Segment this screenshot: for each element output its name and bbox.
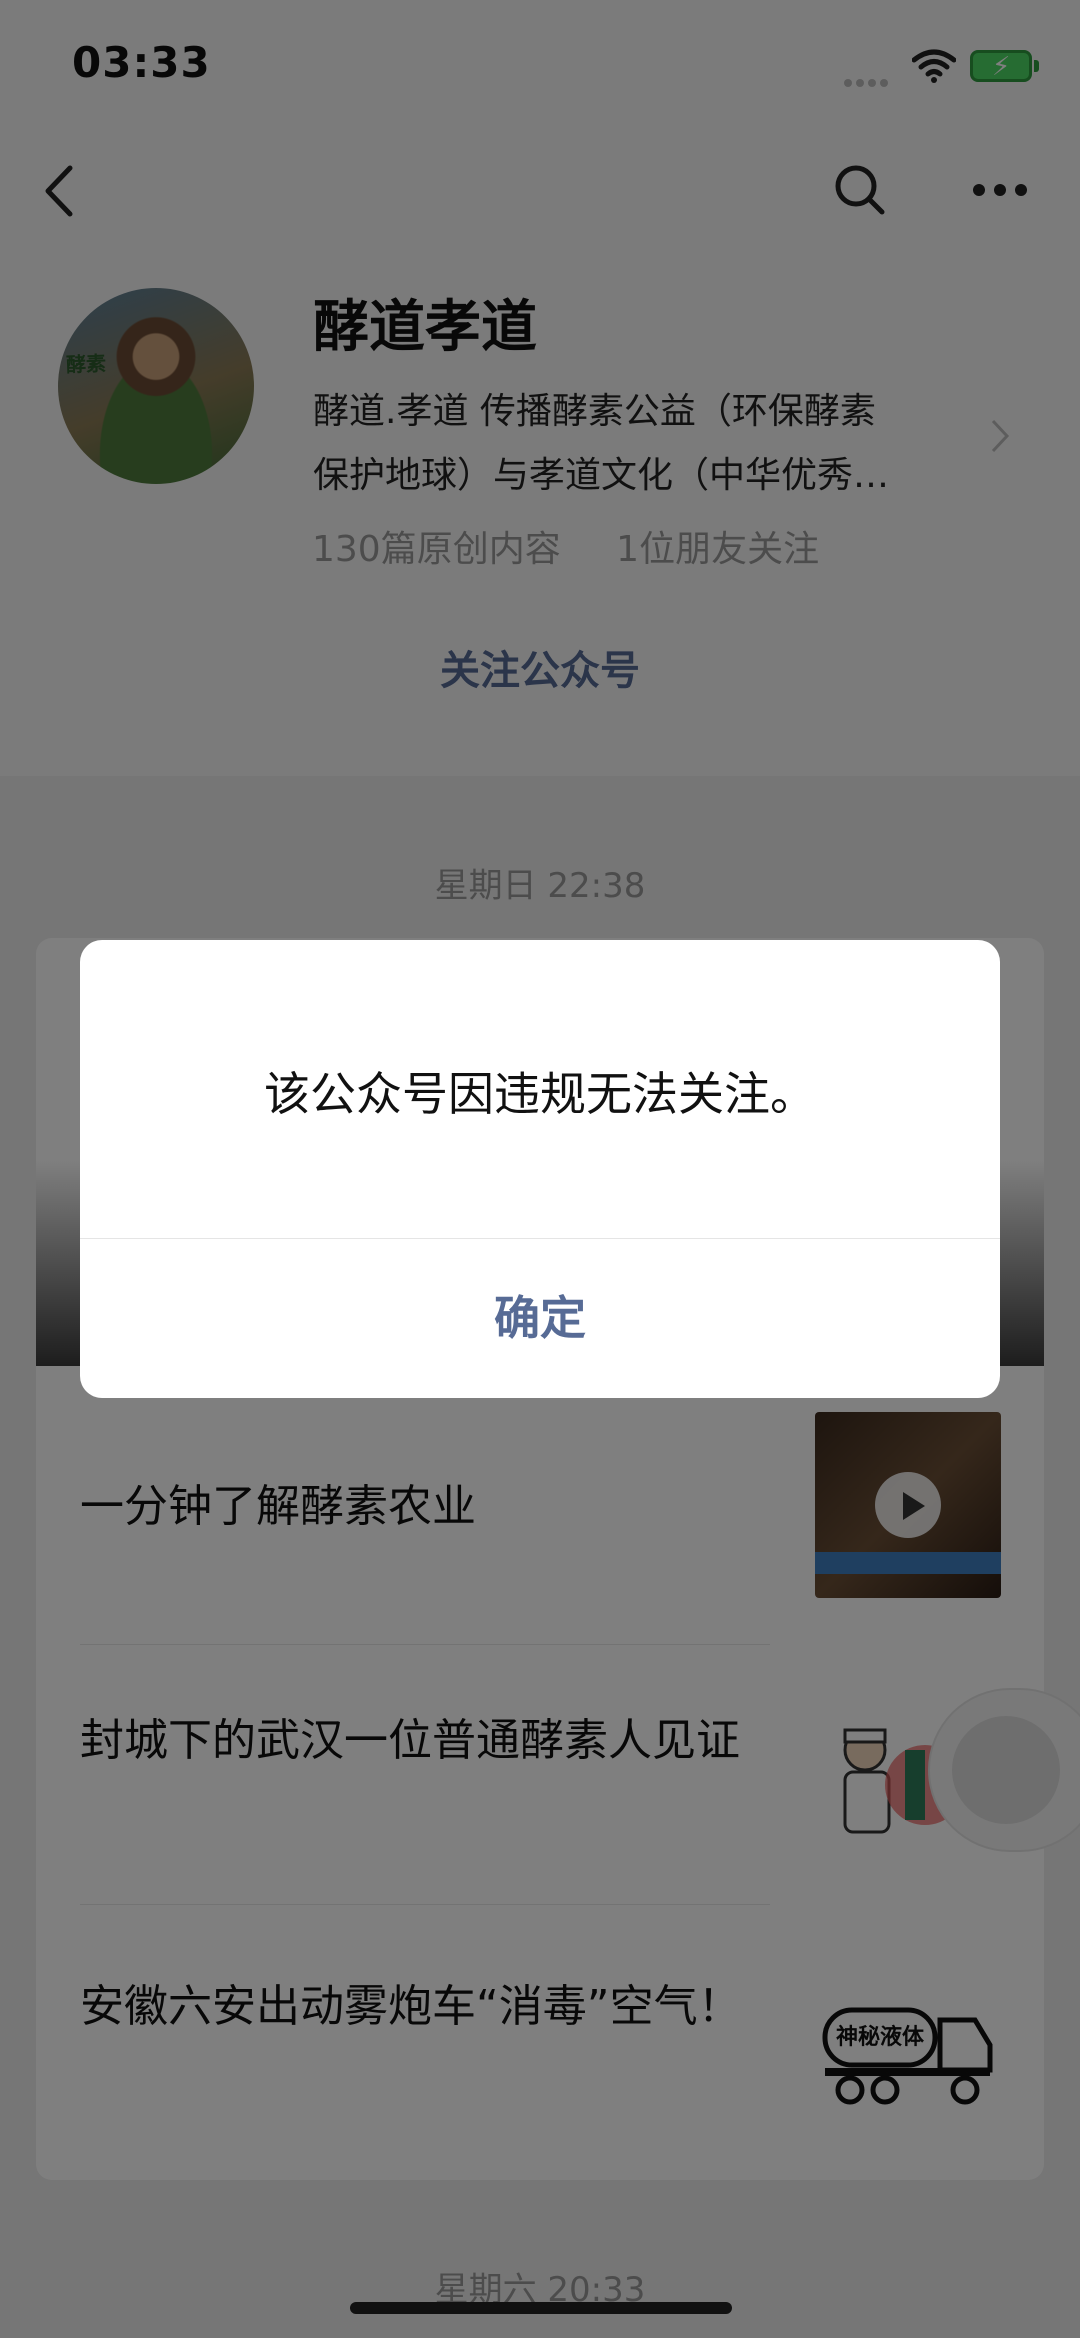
confirm-button[interactable]: 确定 bbox=[80, 1238, 1000, 1398]
dialog-message: 该公众号因违规无法关注。 bbox=[264, 1067, 816, 1121]
home-indicator[interactable] bbox=[350, 2302, 732, 2314]
alert-dialog: 该公众号因违规无法关注。 确定 bbox=[80, 940, 1000, 1398]
